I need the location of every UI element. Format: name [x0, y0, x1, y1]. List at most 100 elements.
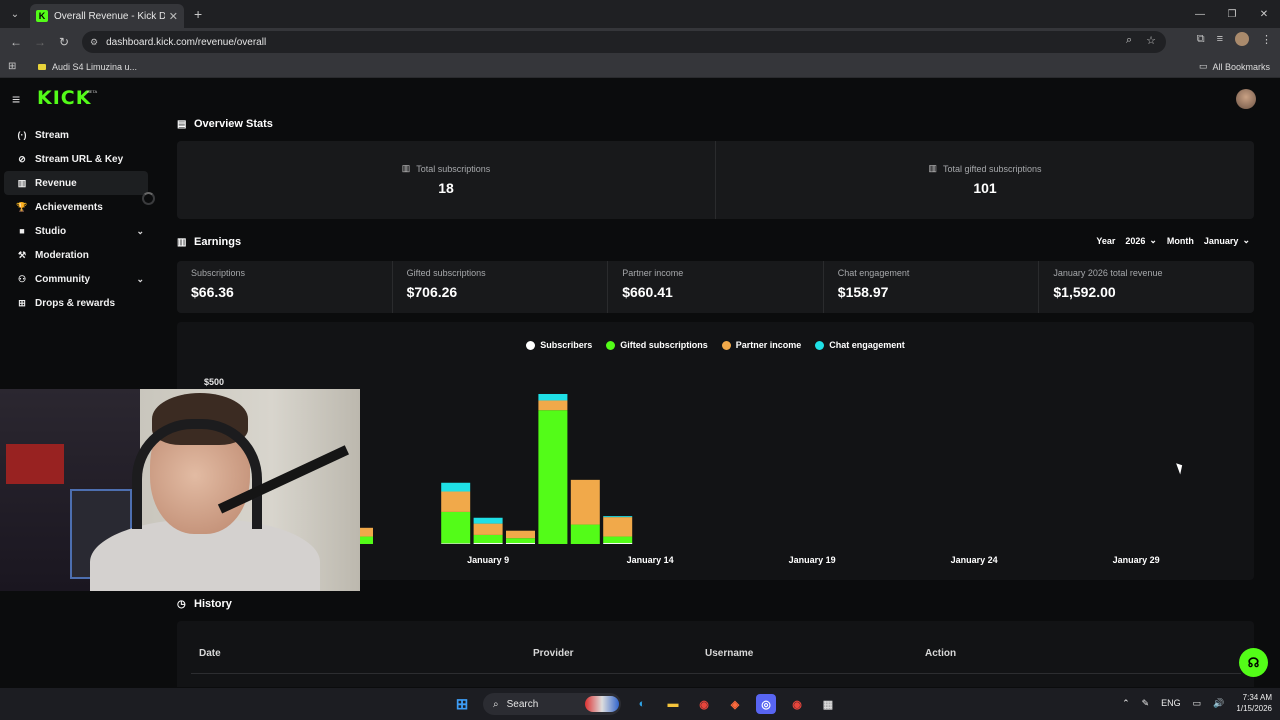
- user-avatar[interactable]: [1236, 89, 1256, 109]
- bar-segment[interactable]: [603, 516, 633, 518]
- bar-segment[interactable]: [506, 530, 535, 539]
- file-explorer-icon[interactable]: ▬: [663, 694, 683, 714]
- year-value: 2026: [1125, 235, 1146, 246]
- network-icon[interactable]: ▭: [1193, 698, 1202, 709]
- bar-segment[interactable]: [570, 479, 600, 525]
- headset-icon: ☊: [1247, 654, 1260, 670]
- bar-segment[interactable]: [473, 523, 503, 535]
- bookmark-item[interactable]: Audi S4 Limuzina u...: [38, 62, 137, 72]
- search-highlight-icon: [585, 696, 619, 712]
- column-header-username[interactable]: Username: [705, 648, 753, 659]
- column-header-provider[interactable]: Provider: [533, 648, 574, 659]
- chrome-alt-icon[interactable]: ◉: [787, 694, 807, 714]
- bar-chart-icon: ▥: [401, 163, 411, 173]
- new-tab-icon[interactable]: +: [194, 6, 202, 22]
- bar-segment[interactable]: [603, 536, 633, 544]
- edge-icon[interactable]: ◐: [632, 694, 652, 714]
- media-icon[interactable]: ≡: [1217, 33, 1223, 45]
- bar-segment[interactable]: [473, 534, 503, 544]
- earnings-card-value: $706.26: [406, 284, 458, 300]
- webcam-headset: [132, 419, 262, 529]
- earnings-header: ▥ Earnings Year 2026 ⌄ Month January ⌄: [177, 233, 1254, 251]
- bar-segment[interactable]: [603, 543, 633, 544]
- earnings-card: Partner income $660.41: [607, 261, 823, 313]
- bar-segment[interactable]: [473, 543, 503, 544]
- bar-segment[interactable]: [538, 400, 568, 411]
- bookmark-folder-icon: [38, 63, 46, 70]
- browser-menu-icon[interactable]: ⋮: [1261, 33, 1272, 46]
- bar-segment[interactable]: [441, 491, 471, 512]
- hamburger-menu-icon[interactable]: ≡: [12, 91, 20, 107]
- sidebar-item-community[interactable]: ⚇ Community ⌄: [4, 267, 148, 291]
- earnings-cards: Subscriptions $66.36 Gifted subscriptions $…: [177, 261, 1254, 313]
- volume-icon[interactable]: 🔊: [1213, 698, 1224, 709]
- discord-icon[interactable]: ◎: [756, 694, 776, 714]
- bookmark-star-icon[interactable]: ☆: [1146, 34, 1156, 47]
- bar-chart-icon: ▥: [928, 163, 937, 173]
- sidebar-item-label: Community: [35, 273, 90, 285]
- bar-segment[interactable]: [441, 511, 471, 544]
- bar-segment[interactable]: [506, 538, 535, 544]
- browser-tab[interactable]: K Overall Revenue - Kick Dashboard ✕: [30, 4, 184, 28]
- calculator-icon[interactable]: ▦: [818, 694, 838, 714]
- clock[interactable]: 7:34 AM 1/15/2026: [1236, 692, 1272, 714]
- sidebar-item-revenue[interactable]: ▥ Revenue: [4, 171, 148, 195]
- close-window-icon[interactable]: ✕: [1248, 0, 1280, 28]
- apps-grid-icon[interactable]: ⊞: [8, 61, 20, 72]
- sidebar-item-stream[interactable]: (·) Stream: [4, 123, 148, 147]
- tab-search-icon[interactable]: ⌄: [4, 3, 26, 25]
- chevron-down-icon[interactable]: ⌄: [136, 274, 144, 285]
- bar-segment[interactable]: [441, 543, 471, 544]
- site-info-icon[interactable]: ⚙: [90, 37, 98, 48]
- profile-avatar[interactable]: [1235, 32, 1249, 46]
- clock-time: 7:34 AM: [1242, 693, 1272, 702]
- bar-segment[interactable]: [538, 393, 568, 401]
- year-select[interactable]: 2026 ⌄: [1125, 235, 1157, 246]
- chevron-down-icon: ⌄: [1149, 235, 1157, 245]
- forward-icon[interactable]: →: [28, 35, 52, 49]
- sidebar-item-label: Drops & rewards: [35, 297, 116, 309]
- x-tick-label: January 29: [1113, 555, 1160, 565]
- sidebar-item-moderation[interactable]: ⚒ Moderation: [4, 243, 148, 267]
- earnings-card-label: January 2026 total revenue: [1053, 268, 1163, 278]
- earnings-card-label: Partner income: [622, 268, 684, 278]
- windows-start-icon[interactable]: ⊞: [452, 694, 472, 714]
- reload-icon[interactable]: ↻: [52, 35, 76, 49]
- column-header-action[interactable]: Action: [925, 648, 956, 659]
- minimize-icon[interactable]: —: [1184, 0, 1216, 28]
- sidebar-item-stream-url-key[interactable]: ⊘ Stream URL & Key: [4, 147, 148, 171]
- bar-segment[interactable]: [538, 410, 568, 544]
- brave-icon[interactable]: ◈: [725, 694, 745, 714]
- windows-taskbar: ⊞ ⌕ Search ◐ ▬ ◉ ◈ ◎ ◉ ▦ ⌃ ✎ ENG ▭ 🔊 7:3…: [0, 688, 1280, 720]
- bar-segment[interactable]: [603, 517, 633, 537]
- back-icon[interactable]: ←: [4, 35, 28, 49]
- bar-segment[interactable]: [441, 482, 471, 492]
- x-tick-label: January 19: [789, 555, 836, 565]
- pen-icon[interactable]: ✎: [1142, 698, 1150, 709]
- tray-overflow-icon[interactable]: ⌃: [1122, 698, 1130, 709]
- sidebar-item-drops-rewards[interactable]: ⊞ Drops & rewards: [4, 291, 148, 315]
- address-bar[interactable]: ⚙ dashboard.kick.com/revenue/overall ⌕ ☆: [82, 31, 1166, 53]
- stat-label: Total gifted subscriptions: [942, 163, 1042, 174]
- month-select[interactable]: January ⌄: [1204, 235, 1250, 246]
- extensions-icon[interactable]: ⧉: [1197, 33, 1205, 46]
- chevron-down-icon[interactable]: ⌄: [136, 226, 144, 237]
- total-subscriptions-stat: ▥ Total subscriptions 18: [177, 141, 715, 219]
- taskbar-search[interactable]: ⌕ Search: [483, 693, 621, 715]
- close-tab-icon[interactable]: ✕: [169, 10, 178, 23]
- zoom-icon[interactable]: ⌕: [1126, 34, 1132, 47]
- kick-logo[interactable]: KICK: [37, 87, 91, 109]
- bar-segment[interactable]: [506, 543, 535, 544]
- restore-icon[interactable]: ❐: [1216, 0, 1248, 28]
- bar-segment[interactable]: [570, 524, 600, 544]
- column-header-date[interactable]: Date: [199, 648, 221, 659]
- earnings-card: Subscriptions $66.36: [177, 261, 392, 313]
- all-bookmarks-button[interactable]: ▭ All Bookmarks: [1199, 61, 1270, 72]
- kick-favicon-icon: K: [36, 10, 48, 22]
- sidebar-item-achievements[interactable]: 🏆 Achievements: [4, 195, 148, 219]
- help-chat-button[interactable]: ☊: [1239, 648, 1268, 677]
- sidebar-item-studio[interactable]: ■ Studio ⌄: [4, 219, 148, 243]
- bar-segment[interactable]: [473, 517, 503, 524]
- language-indicator[interactable]: ENG: [1161, 698, 1181, 708]
- chrome-icon[interactable]: ◉: [694, 694, 714, 714]
